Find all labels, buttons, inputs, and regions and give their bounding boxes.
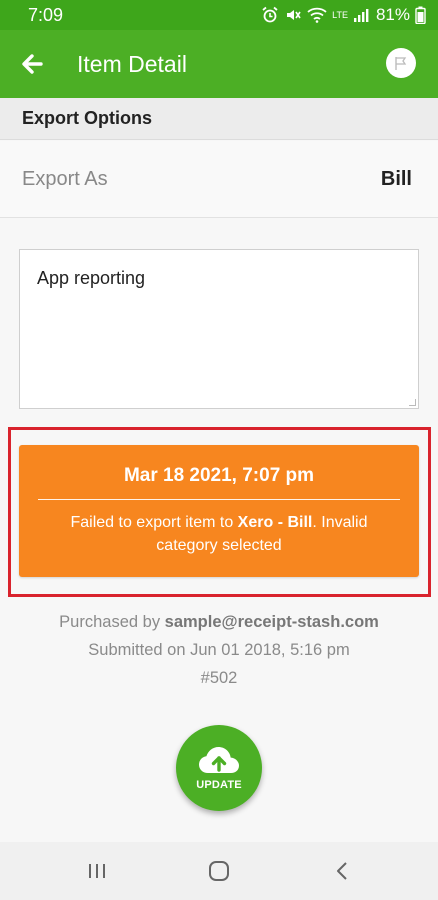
submitted-on: Submitted on Jun 01 2018, 5:16 pm	[88, 641, 350, 659]
flag-icon	[395, 57, 407, 70]
error-message-prefix: Failed to export item to	[70, 514, 238, 531]
item-meta: Purchased by sample@receipt-stash.com Su…	[0, 608, 438, 692]
status-bar: 7:09 LTE 81%	[0, 0, 438, 30]
recents-icon	[89, 864, 105, 878]
battery-icon	[415, 6, 426, 24]
wifi-icon	[307, 7, 327, 23]
mute-icon	[287, 10, 301, 20]
export-error-card: Mar 18 2021, 7:07 pm Failed to export it…	[19, 445, 419, 577]
nav-home-button[interactable]	[189, 842, 249, 900]
notes-text: App reporting	[37, 268, 146, 288]
error-message-target: Xero - Bill	[237, 514, 313, 531]
error-divider	[38, 499, 400, 500]
arrow-left-icon	[22, 54, 43, 74]
notes-textarea[interactable]: App reporting	[19, 249, 419, 409]
export-as-row[interactable]: Export As Bill	[0, 141, 438, 218]
app-bar: Item Detail	[0, 30, 438, 98]
flag-button[interactable]	[386, 48, 416, 78]
status-time: 7:09	[28, 4, 64, 25]
purchased-by-email: sample@receipt-stash.com	[164, 613, 379, 631]
home-icon	[209, 861, 229, 881]
back-button[interactable]	[0, 30, 64, 98]
signal-icon	[353, 9, 369, 22]
error-date: Mar 18 2021, 7:07 pm	[123, 465, 315, 486]
back-chevron-icon	[337, 862, 347, 880]
alarm-icon	[262, 6, 278, 23]
page-title: Item Detail	[77, 50, 187, 77]
update-button[interactable]: UPDATE	[176, 725, 262, 811]
nav-back-button[interactable]	[312, 842, 372, 900]
system-nav-bar	[0, 842, 438, 900]
item-number: #502	[200, 669, 238, 687]
nav-recents-button[interactable]	[67, 842, 127, 900]
purchased-by-label: Purchased by	[59, 613, 165, 631]
status-icons: LTE 81%	[261, 5, 426, 25]
export-as-value: Bill	[380, 167, 412, 190]
export-options-header: Export Options	[0, 98, 438, 140]
purchased-by: Purchased by sample@receipt-stash.com	[0, 608, 438, 636]
battery-percent: 81%	[375, 5, 410, 24]
cloud-upload-icon	[199, 747, 239, 773]
network-label: LTE	[332, 9, 348, 20]
resize-grip-icon	[409, 399, 416, 406]
update-label: UPDATE	[196, 779, 242, 791]
error-message: Failed to export item to Xero - Bill. In…	[19, 511, 419, 557]
export-as-label: Export As	[22, 167, 108, 190]
